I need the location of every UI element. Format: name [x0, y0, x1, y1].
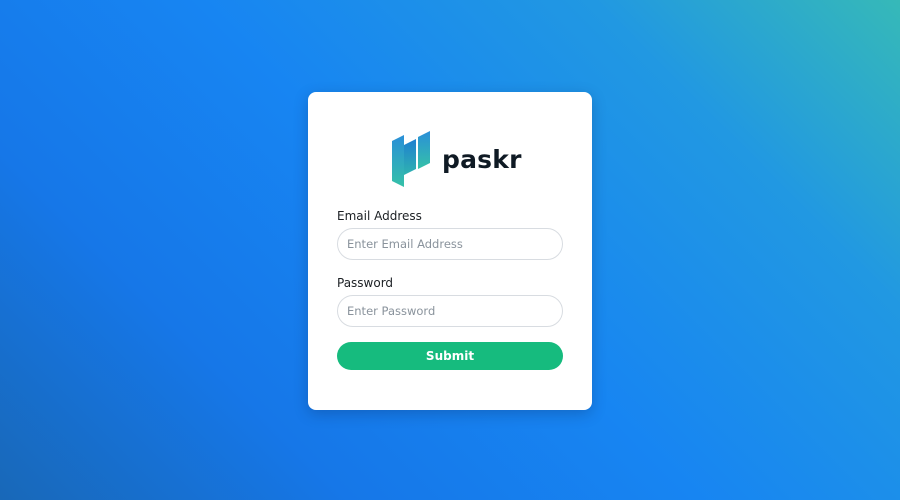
- login-card: paskr Email Address Password Submit: [308, 92, 592, 410]
- submit-button[interactable]: Submit: [337, 342, 563, 370]
- password-input[interactable]: [337, 295, 563, 327]
- brand-logo: paskr: [392, 131, 522, 187]
- password-label: Password: [337, 276, 394, 290]
- email-label: Email Address: [337, 209, 422, 223]
- email-input[interactable]: [337, 228, 563, 260]
- brand-name: paskr: [442, 144, 522, 174]
- paskr-logo-icon: [392, 131, 432, 187]
